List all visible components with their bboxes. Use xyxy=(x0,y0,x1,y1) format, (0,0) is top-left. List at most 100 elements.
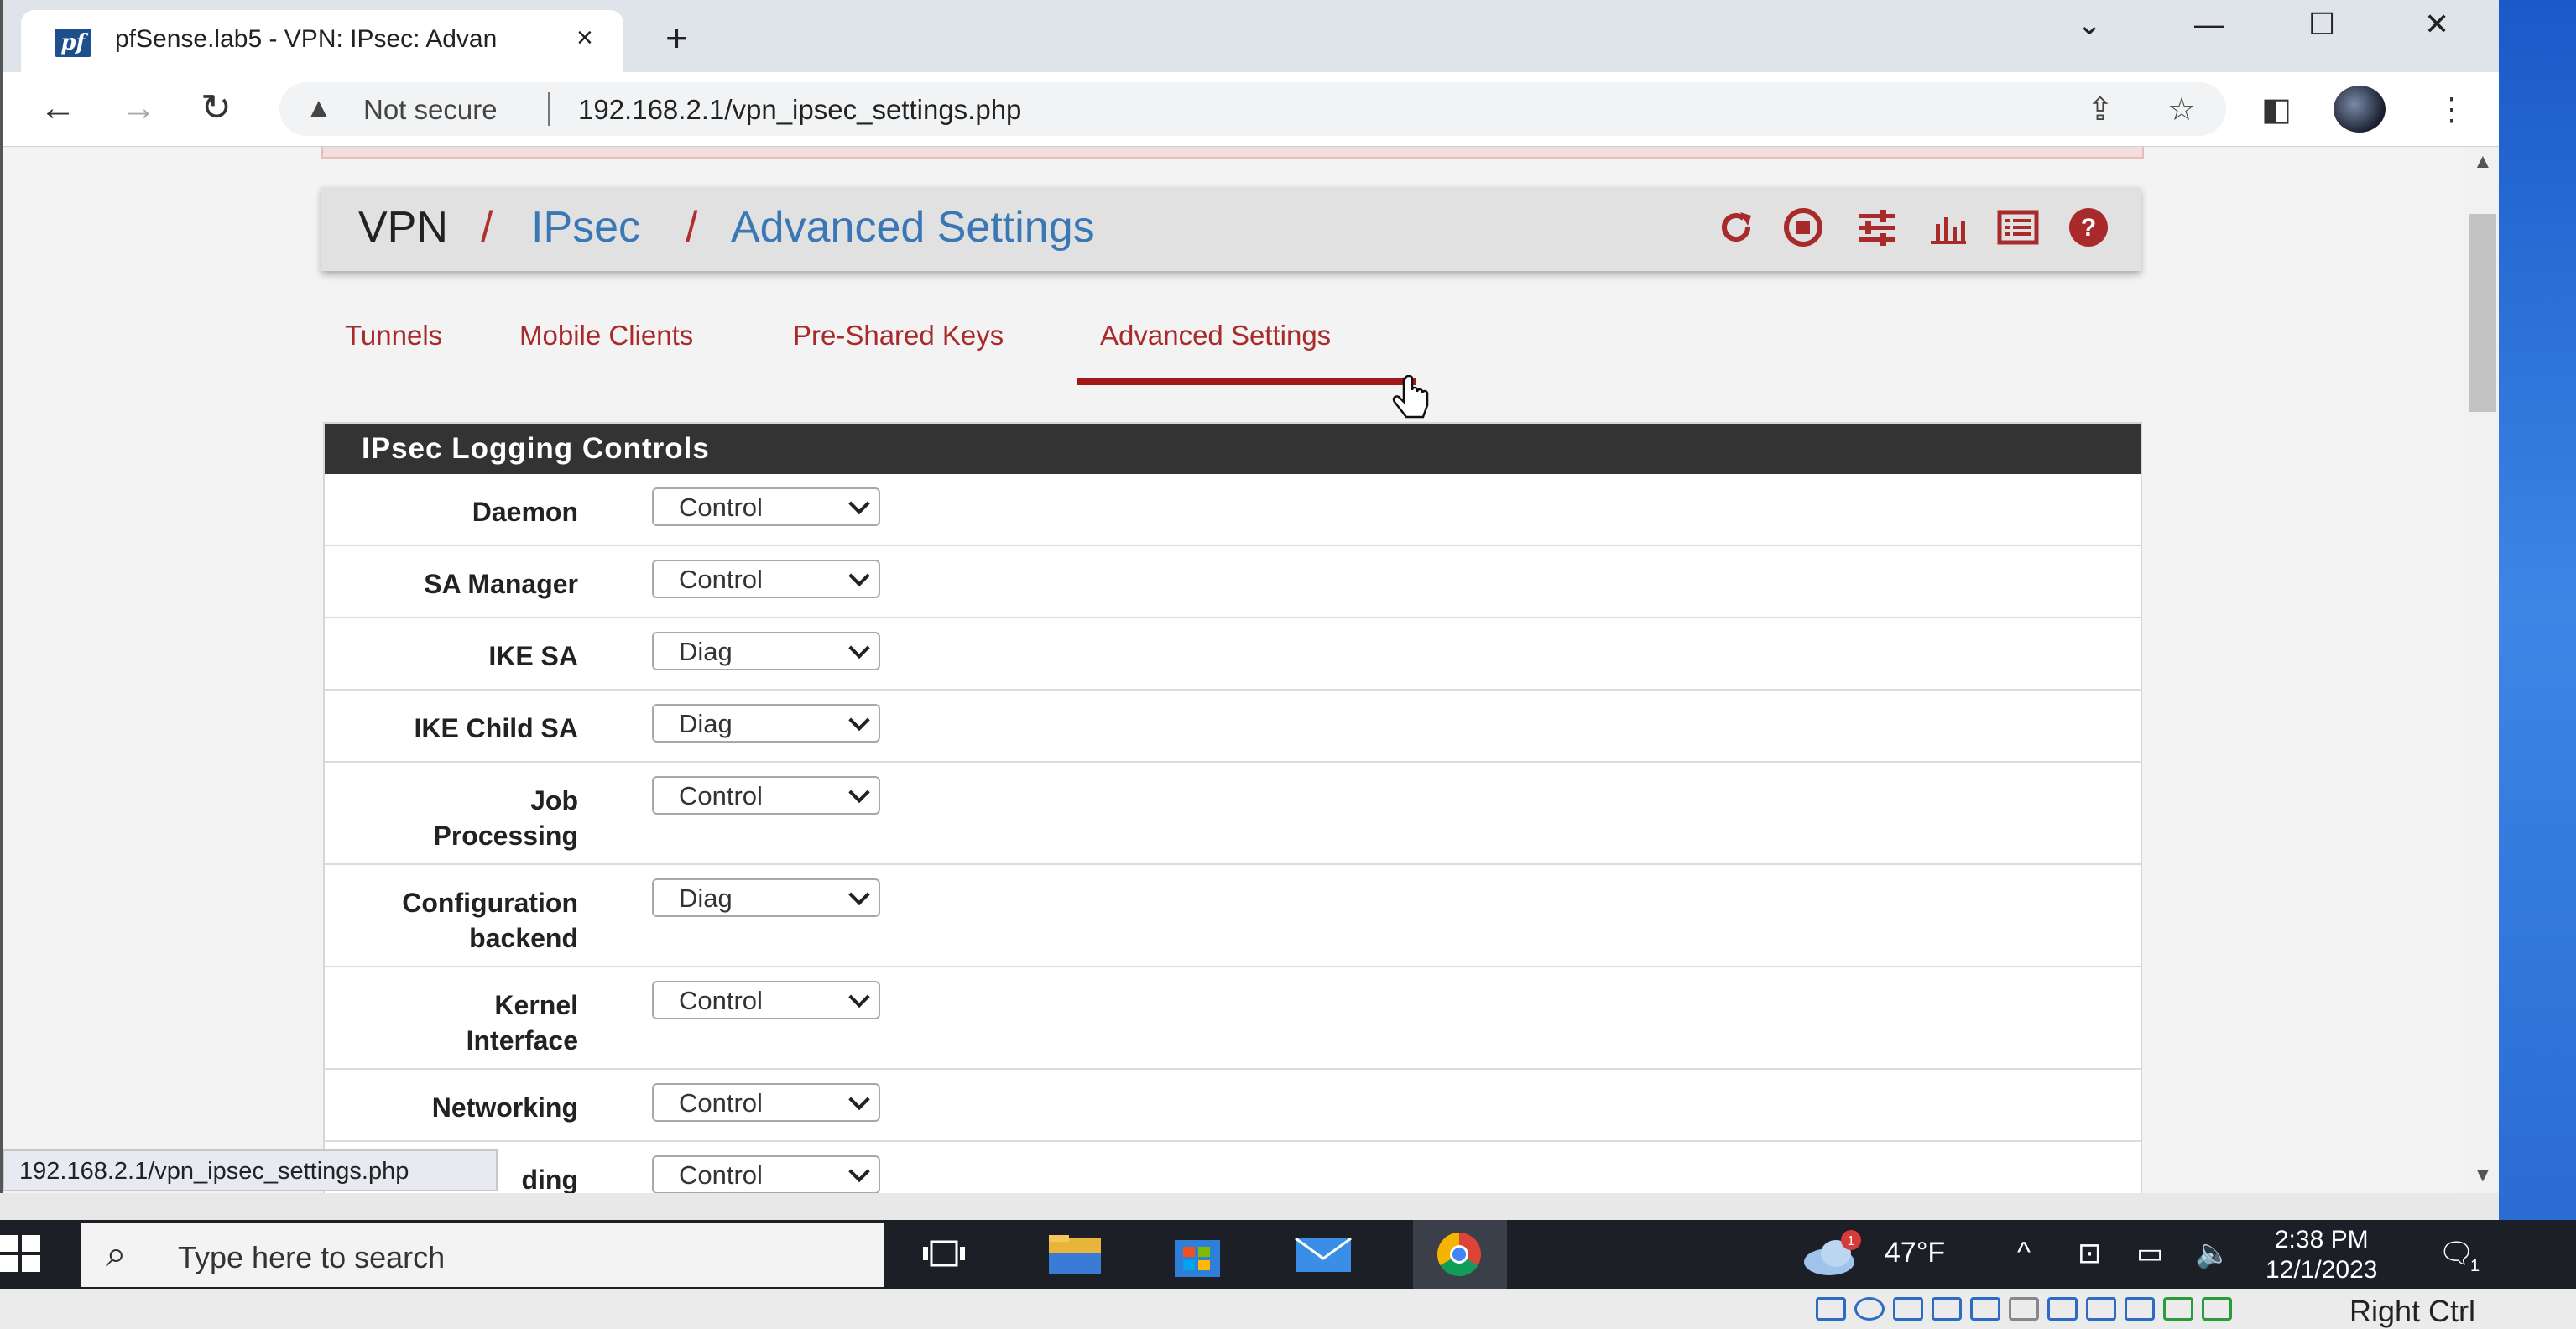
taskbar-clock[interactable]: 2:38 PM 12/1/2023 xyxy=(2266,1225,2377,1285)
row-job-processing: Job Processing Control xyxy=(325,763,2141,865)
vbox-mouse-integration-icon[interactable] xyxy=(2163,1297,2193,1321)
microsoft-store-icon[interactable] xyxy=(1163,1228,1232,1280)
virtualbox-status-bar: Right Ctrl xyxy=(0,1289,2576,1329)
vbox-cpu-icon[interactable] xyxy=(2125,1297,2155,1321)
row-ike-child-sa: IKE Child SA Diag xyxy=(325,691,2141,763)
select-configuration-backend[interactable]: Diag xyxy=(652,878,880,917)
select-networking[interactable]: Control xyxy=(652,1083,880,1122)
row-encoding: ding Control xyxy=(325,1142,2141,1193)
menu-kebab-icon[interactable]: ⋮ xyxy=(2436,91,2468,128)
vertical-scrollbar[interactable]: ▲ ▼ xyxy=(2463,147,2499,1193)
select-kernel-interface[interactable]: Control xyxy=(652,981,880,1019)
clock-time: 2:38 PM xyxy=(2274,1226,2369,1253)
browser-tab[interactable]: pf pfSense.lab5 - VPN: IPsec: Advan × xyxy=(21,10,623,72)
address-bar[interactable]: ▲ Not secure 192.168.2.1/vpn_ipsec_setti… xyxy=(279,82,2226,136)
log-list-icon[interactable] xyxy=(1996,206,2040,249)
chrome-icon[interactable] xyxy=(1425,1228,1494,1280)
label-ike-child-sa: IKE Child SA xyxy=(414,713,578,743)
select-value: Control xyxy=(679,986,763,1015)
forward-button[interactable]: → xyxy=(120,87,157,129)
restart-service-icon[interactable] xyxy=(1714,206,1758,249)
breadcrumb-advanced[interactable]: Advanced Settings xyxy=(731,202,1095,253)
vbox-hdd-icon[interactable] xyxy=(1816,1297,1846,1321)
show-hidden-icons-chevron-icon[interactable]: ^ xyxy=(2017,1237,2031,1269)
settings-sliders-icon[interactable] xyxy=(1855,206,1899,249)
select-ike-child-sa[interactable]: Diag xyxy=(652,704,880,743)
browser-toolbar: ← → ↻ ▲ Not secure 192.168.2.1/vpn_ipsec… xyxy=(3,72,2499,147)
scroll-down-arrow-icon[interactable]: ▼ xyxy=(2473,1164,2493,1187)
share-icon[interactable]: ⇪ xyxy=(2087,91,2114,128)
page-header: VPN / IPsec / Advanced Settings ? xyxy=(321,187,2141,271)
row-daemon: Daemon Control xyxy=(325,474,2141,546)
vbox-optical-icon[interactable] xyxy=(1854,1297,1885,1321)
select-value: Control xyxy=(679,1088,763,1118)
vbox-display-icon[interactable] xyxy=(2047,1297,2078,1321)
close-window-button[interactable]: ✕ xyxy=(2424,7,2449,42)
select-encoding[interactable]: Control xyxy=(652,1155,880,1193)
file-explorer-icon[interactable] xyxy=(1040,1228,1109,1280)
tray-device-icon[interactable]: ⊡ xyxy=(2078,1237,2102,1270)
tab-tunnels[interactable]: Tunnels xyxy=(345,320,442,352)
row-configuration-backend: Configuration backend Diag xyxy=(325,865,2141,967)
chevron-down-icon xyxy=(848,883,870,906)
select-daemon[interactable]: Control xyxy=(652,487,880,526)
vbox-usb-icon[interactable] xyxy=(1970,1297,2000,1321)
not-secure-label[interactable]: Not secure xyxy=(363,94,498,126)
panel-heading: IPsec Logging Controls xyxy=(325,424,2141,474)
vbox-keyboard-icon[interactable] xyxy=(2202,1297,2232,1321)
weather-temp[interactable]: 47°F xyxy=(1885,1237,1945,1269)
label-daemon: Daemon xyxy=(472,497,578,527)
select-ike-sa[interactable]: Diag xyxy=(652,632,880,670)
select-job-processing[interactable]: Control xyxy=(652,776,880,815)
side-panel-icon[interactable]: ◧ xyxy=(2261,91,2292,128)
label-configuration-backend: Configuration backend xyxy=(402,888,578,953)
label-kernel-interface: Kernel Interface xyxy=(466,990,578,1055)
maximize-button[interactable]: ☐ xyxy=(2308,7,2335,42)
taskbar-search-input[interactable]: Type here to search xyxy=(178,1240,445,1275)
link-status-bar: 192.168.2.1/vpn_ipsec_settings.php xyxy=(3,1149,498,1191)
breadcrumb-sep-2: / xyxy=(686,203,698,252)
select-sa-manager[interactable]: Control xyxy=(652,560,880,598)
tab-mobile-clients[interactable]: Mobile Clients xyxy=(519,320,693,352)
row-kernel-interface: Kernel Interface Control xyxy=(325,967,2141,1070)
vbox-network-icon[interactable] xyxy=(1932,1297,1962,1321)
weather-cloud-icon[interactable]: 1 xyxy=(1796,1228,1864,1280)
windows-start-icon[interactable] xyxy=(0,1235,42,1274)
minimize-button[interactable]: — xyxy=(2194,7,2224,42)
notification-count: 1 xyxy=(2470,1257,2480,1275)
mail-icon[interactable] xyxy=(1289,1228,1358,1280)
search-icon: ⌕ xyxy=(106,1233,127,1274)
notifications-icon[interactable]: 🗨 xyxy=(2438,1237,2474,1270)
row-ike-sa: IKE SA Diag xyxy=(325,618,2141,691)
vbox-audio-icon[interactable] xyxy=(1893,1297,1923,1321)
bookmark-star-icon[interactable]: ☆ xyxy=(2167,91,2196,128)
address-separator xyxy=(548,92,550,126)
taskbar-search-box[interactable]: ⌕ Type here to search xyxy=(81,1223,884,1287)
tab-pre-shared-keys[interactable]: Pre-Shared Keys xyxy=(793,320,1004,352)
breadcrumb-vpn: VPN xyxy=(358,203,448,252)
network-icon[interactable]: ▭ xyxy=(2136,1237,2163,1270)
chevron-down-icon xyxy=(848,493,870,515)
back-button[interactable]: ← xyxy=(39,87,76,129)
tab-search-icon[interactable]: ⌄ xyxy=(2077,7,2102,42)
tab-advanced-settings[interactable]: Advanced Settings xyxy=(1100,320,1331,352)
vbox-shared-folder-icon[interactable] xyxy=(2009,1297,2039,1321)
scrollbar-thumb[interactable] xyxy=(2469,214,2496,412)
new-tab-button[interactable]: + xyxy=(665,18,688,57)
vbox-recording-icon[interactable] xyxy=(2086,1297,2116,1321)
status-chart-icon[interactable] xyxy=(1926,206,1969,249)
profile-avatar[interactable] xyxy=(2334,86,2386,133)
tab-close-button[interactable]: × xyxy=(576,22,593,55)
breadcrumb-ipsec[interactable]: IPsec xyxy=(531,202,640,253)
help-icon[interactable]: ? xyxy=(2067,206,2110,249)
url-text[interactable]: 192.168.2.1/vpn_ipsec_settings.php xyxy=(578,94,1021,126)
scroll-up-arrow-icon[interactable]: ▲ xyxy=(2473,150,2493,174)
warning-icon[interactable]: ▲ xyxy=(305,92,333,125)
select-value: Control xyxy=(679,493,763,522)
reload-button[interactable]: ↻ xyxy=(201,87,232,129)
task-view-icon[interactable] xyxy=(910,1228,978,1280)
volume-icon[interactable]: 🔈 xyxy=(2195,1237,2230,1270)
stop-service-icon[interactable] xyxy=(1781,206,1825,249)
select-value: Diag xyxy=(679,637,733,666)
tab-bar: pf pfSense.lab5 - VPN: IPsec: Advan × + … xyxy=(3,0,2499,72)
